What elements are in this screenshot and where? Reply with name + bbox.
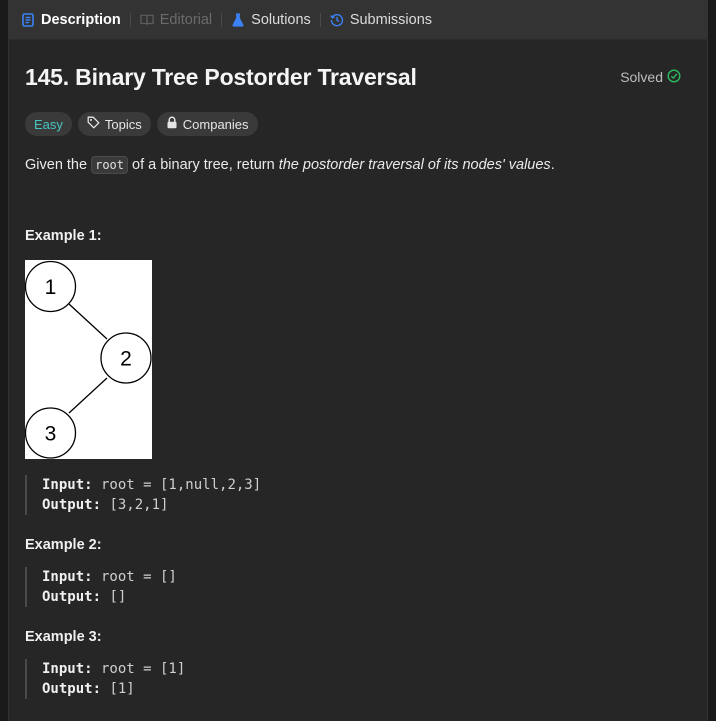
- tab-divider: [129, 12, 131, 27]
- problem-title[interactable]: 145. Binary Tree Postorder Traversal: [25, 64, 417, 91]
- desc-text: of a binary tree, return: [128, 157, 279, 173]
- solved-label: Solved: [620, 69, 663, 85]
- history-icon: [330, 13, 344, 27]
- companies-button[interactable]: Companies: [156, 112, 258, 136]
- topics-label: Topics: [104, 116, 142, 132]
- tree-edge: [68, 303, 108, 340]
- example-3-io: Input: root = [1] Output: [1]: [25, 659, 691, 699]
- desc-text: Given the: [25, 157, 92, 173]
- check-circle-icon: [663, 68, 681, 86]
- example-input: Input: root = [1]: [42, 659, 691, 679]
- output-label: Output:: [42, 589, 102, 605]
- output-value: []: [101, 589, 127, 605]
- tree-edge: [68, 377, 108, 414]
- tab-description[interactable]: Description: [21, 0, 121, 40]
- inline-code: root: [91, 156, 128, 174]
- problem-content: 145. Binary Tree Postorder Traversal Sol…: [9, 62, 707, 699]
- output-value: [1]: [101, 681, 135, 697]
- output-value: [3,2,1]: [101, 497, 169, 513]
- input-label: Input:: [42, 569, 93, 585]
- desc-text: .: [550, 157, 555, 173]
- example-output: Output: []: [42, 587, 691, 607]
- solved-status: Solved: [620, 68, 681, 86]
- tab-solutions-label: Solutions: [251, 11, 311, 28]
- tab-divider: [319, 12, 321, 27]
- example-2-title: Example 2:: [25, 537, 102, 553]
- tab-editorial-label: Editorial: [159, 11, 213, 28]
- tree-node: 1: [24, 260, 77, 313]
- tree-node-label: 3: [45, 423, 57, 446]
- output-label: Output:: [42, 681, 102, 697]
- tab-description-label: Description: [41, 11, 121, 28]
- example-output: Output: [3,2,1]: [42, 495, 691, 515]
- input-value: root = [1]: [92, 661, 186, 677]
- tab-editorial[interactable]: Editorial: [140, 0, 212, 40]
- input-value: root = []: [92, 569, 177, 585]
- tab-bar: Description Editorial Solutions Submissi…: [9, 0, 707, 40]
- editorial-icon: [140, 13, 154, 27]
- tab-submissions[interactable]: Submissions: [330, 0, 432, 40]
- output-label: Output:: [42, 497, 102, 513]
- lock-icon: [166, 116, 183, 132]
- tab-submissions-label: Submissions: [349, 11, 433, 28]
- tree-node-label: 2: [120, 348, 132, 371]
- difficulty-badge: Easy: [25, 112, 72, 136]
- input-label: Input:: [42, 661, 93, 677]
- tab-divider: [221, 12, 223, 27]
- tree-node: 3: [24, 407, 77, 459]
- tree-node: 2: [100, 332, 152, 384]
- input-label: Input:: [42, 477, 93, 493]
- problem-panel: Description Editorial Solutions Submissi…: [8, 0, 708, 721]
- example-1-io: Input: root = [1,null,2,3] Output: [3,2,…: [25, 475, 691, 515]
- example-output: Output: [1]: [42, 679, 691, 699]
- example-input: Input: root = []: [42, 567, 691, 587]
- example-input: Input: root = [1,null,2,3]: [42, 475, 691, 495]
- tag-icon: [87, 116, 105, 132]
- tag-row: Easy Topics Companies: [25, 112, 691, 136]
- flask-icon: [231, 12, 245, 27]
- example-1-title: Example 1:: [25, 228, 102, 244]
- desc-emphasis: the postorder traversal of its nodes' va…: [278, 157, 551, 173]
- topics-button[interactable]: Topics: [77, 112, 151, 136]
- description-icon: [21, 12, 35, 27]
- tree-node-label: 1: [45, 276, 57, 299]
- companies-label: Companies: [182, 116, 249, 132]
- input-value: root = [1,null,2,3]: [92, 477, 262, 493]
- example-2-io: Input: root = [] Output: []: [25, 567, 691, 607]
- title-row: 145. Binary Tree Postorder Traversal Sol…: [25, 62, 691, 92]
- tab-solutions[interactable]: Solutions: [231, 0, 311, 40]
- example-tree-image: 1 2 3: [24, 260, 152, 459]
- example-3-title: Example 3:: [25, 629, 102, 645]
- problem-description: Given the root of a binary tree, return …: [25, 154, 691, 176]
